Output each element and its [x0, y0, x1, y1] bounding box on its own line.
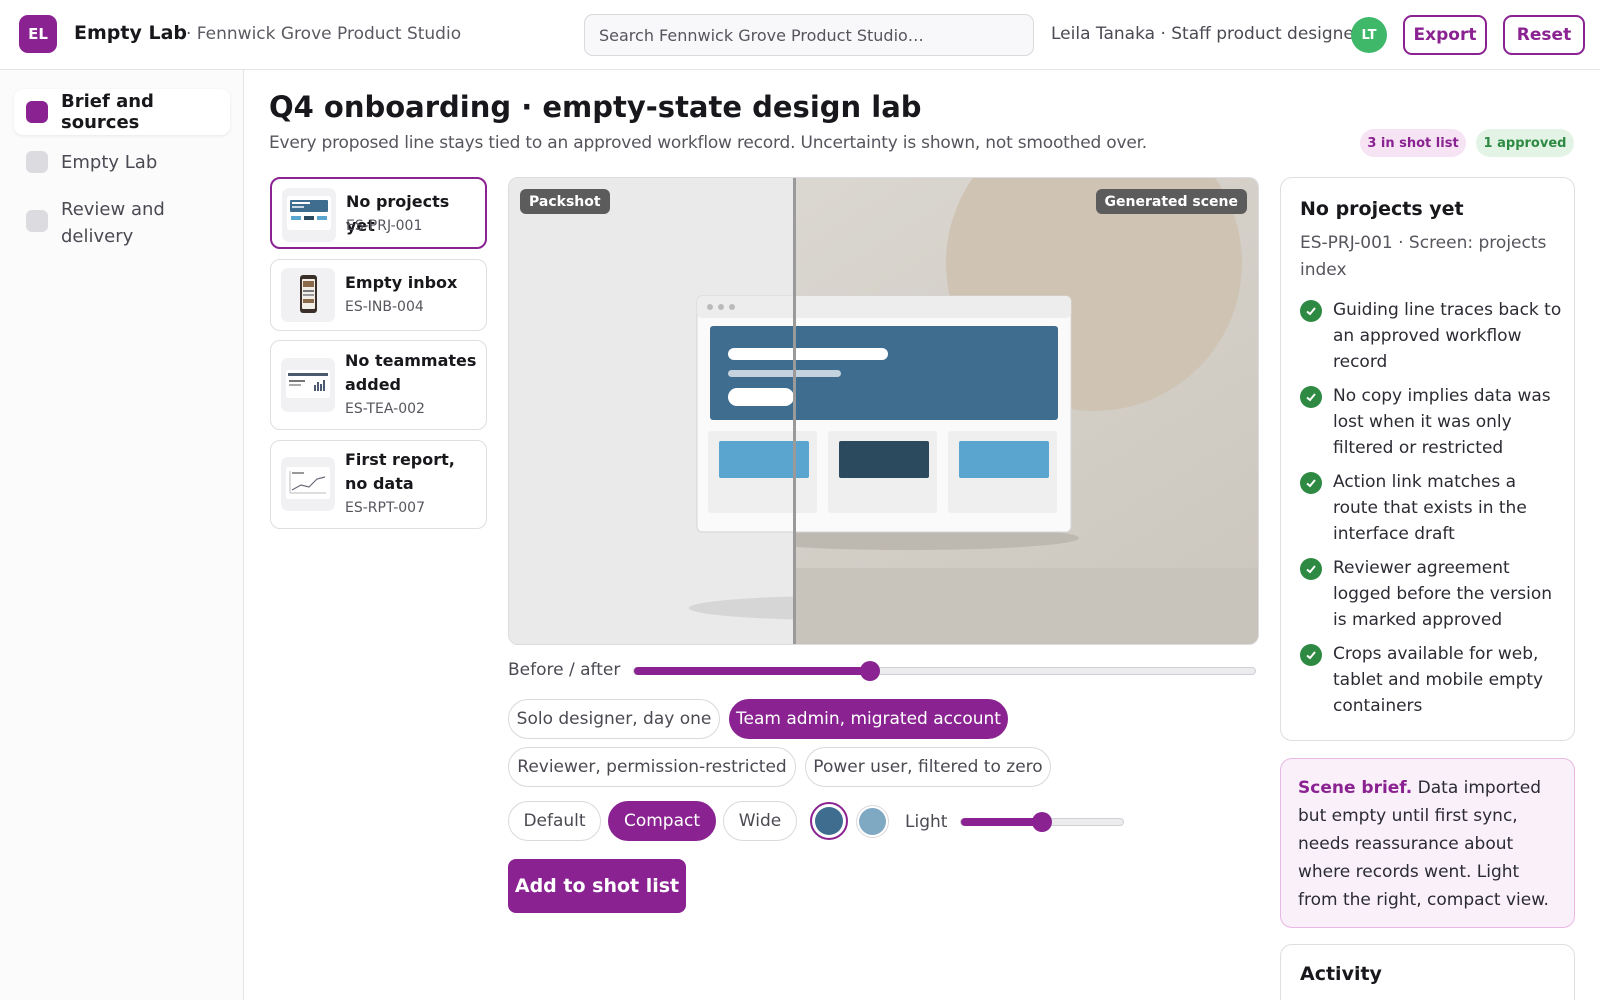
scene-brief-lead: Scene brief. — [1298, 778, 1413, 798]
density-chip-default[interactable]: Default — [508, 801, 601, 841]
before-after-slider[interactable] — [633, 661, 1256, 681]
scene-illustration — [509, 178, 1258, 644]
checklist-item: No copy implies data was lost when it wa… — [1300, 383, 1562, 461]
activity-panel: Activity — [1280, 944, 1575, 1000]
checklist-item: Action link matches a route that exists … — [1300, 469, 1562, 547]
screen-card-title: No teammates added — [345, 351, 477, 394]
app-name: Empty Lab — [74, 22, 187, 44]
density-chip-wide[interactable]: Wide — [723, 801, 797, 841]
screen-thumbnail — [281, 268, 335, 322]
screen-card-code: ES-RPT-007 — [345, 500, 425, 516]
app-logo[interactable]: EL — [19, 15, 57, 53]
page-subtitle: Every proposed line stays tied to an app… — [269, 133, 1148, 153]
screen-thumbnail — [282, 188, 336, 242]
check-icon — [1300, 300, 1322, 322]
sidebar-item-label: Empty Lab — [61, 151, 158, 173]
sidebar: Brief and sources Empty Lab Review and d… — [0, 70, 244, 1000]
slider-fill — [961, 818, 1042, 826]
export-button[interactable]: Export — [1403, 15, 1487, 55]
nav-dot-icon — [26, 101, 48, 123]
nav-dot-icon — [26, 151, 48, 173]
screen-card[interactable]: Empty inbox ES-INB-004 — [270, 259, 487, 331]
approved-count-badge: 1 approved — [1476, 129, 1574, 157]
before-after-label: Before / after — [508, 660, 621, 680]
screen-card-code: ES-PRJ-001 — [346, 218, 423, 234]
detail-title: No projects yet — [1300, 198, 1464, 220]
checklist-item: Crops available for web, tablet and mobi… — [1300, 641, 1562, 719]
checklist-item: Guiding line traces back to an approved … — [1300, 297, 1562, 375]
color-swatch-light-blue[interactable] — [856, 805, 889, 838]
checklist-item-text: Crops available for web, tablet and mobi… — [1333, 644, 1544, 716]
light-label: Light — [905, 812, 948, 832]
screen-card-code: ES-INB-004 — [345, 299, 424, 315]
check-icon — [1300, 558, 1322, 580]
screen-card[interactable]: No teammates added ES-TEA-002 — [270, 340, 487, 430]
checklist-item-text: Reviewer agreement logged before the ver… — [1333, 558, 1553, 630]
detail-meta: ES-PRJ-001 · Screen: projects index — [1300, 233, 1547, 280]
generated-scene-label: Generated scene — [1095, 189, 1247, 214]
reset-button[interactable]: Reset — [1503, 15, 1585, 55]
avatar[interactable]: LT — [1351, 17, 1387, 53]
screen-thumbnail — [281, 457, 335, 511]
persona-chip-team-admin[interactable]: Team admin, migrated account — [729, 699, 1008, 739]
sidebar-item-brief-and-sources[interactable]: Brief and sources — [14, 89, 230, 135]
scene-brief: Scene brief. Data imported but empty unt… — [1280, 758, 1575, 928]
slider-thumb[interactable] — [1032, 812, 1052, 832]
add-to-shot-list-button[interactable]: Add to shot list — [508, 859, 686, 913]
slider-thumb[interactable] — [859, 661, 880, 681]
sidebar-item-review-and-delivery[interactable]: Review and delivery — [14, 196, 230, 256]
checklist-item-text: No copy implies data was lost when it wa… — [1333, 386, 1551, 458]
light-slider[interactable] — [960, 812, 1124, 832]
sidebar-item-label: Review and delivery — [61, 199, 165, 247]
workspace-name: · Fennwick Grove Product Studio — [186, 24, 462, 44]
color-swatch-dark-blue[interactable] — [810, 802, 848, 840]
top-bar: EL Empty Lab · Fennwick Grove Product St… — [0, 0, 1600, 70]
persona-chip-power-user[interactable]: Power user, filtered to zero — [805, 747, 1051, 787]
persona-chip-reviewer[interactable]: Reviewer, permission-restricted — [508, 747, 796, 787]
nav-dot-icon — [26, 210, 48, 232]
shot-list-count-badge: 3 in shot list — [1360, 129, 1466, 157]
check-icon — [1300, 644, 1322, 666]
sidebar-item-empty-lab[interactable]: Empty Lab — [14, 140, 230, 184]
sidebar-item-label: Brief and sources — [61, 91, 154, 133]
screen-thumbnail — [281, 358, 335, 412]
persona-chip-solo-designer[interactable]: Solo designer, day one — [508, 699, 720, 739]
check-icon — [1300, 472, 1322, 494]
slider-fill — [634, 667, 870, 675]
activity-title: Activity — [1300, 963, 1382, 985]
density-chip-compact[interactable]: Compact — [608, 801, 716, 841]
screen-card[interactable]: No projects yet ES-PRJ-001 — [270, 177, 487, 249]
search-input[interactable] — [584, 14, 1034, 56]
before-after-stage[interactable]: Packshot Generated scene — [508, 177, 1259, 645]
screen-card-title: First report, no data — [345, 450, 455, 493]
checklist-item-text: Guiding line traces back to an approved … — [1333, 300, 1562, 372]
screen-detail-panel: No projects yet ES-PRJ-001 · Screen: pro… — [1280, 177, 1575, 741]
user-name: Leila Tanaka · Staff product designer — [1051, 24, 1361, 44]
screen-card-code: ES-TEA-002 — [345, 401, 425, 417]
check-icon — [1300, 386, 1322, 408]
checklist-item-text: Action link matches a route that exists … — [1333, 472, 1527, 544]
packshot-label: Packshot — [520, 189, 610, 214]
screen-card-title: Empty inbox — [345, 273, 458, 292]
checklist-item: Reviewer agreement logged before the ver… — [1300, 555, 1562, 633]
screen-card[interactable]: First report, no data ES-RPT-007 — [270, 440, 487, 529]
page-title: Q4 onboarding · empty-state design lab — [269, 90, 922, 124]
